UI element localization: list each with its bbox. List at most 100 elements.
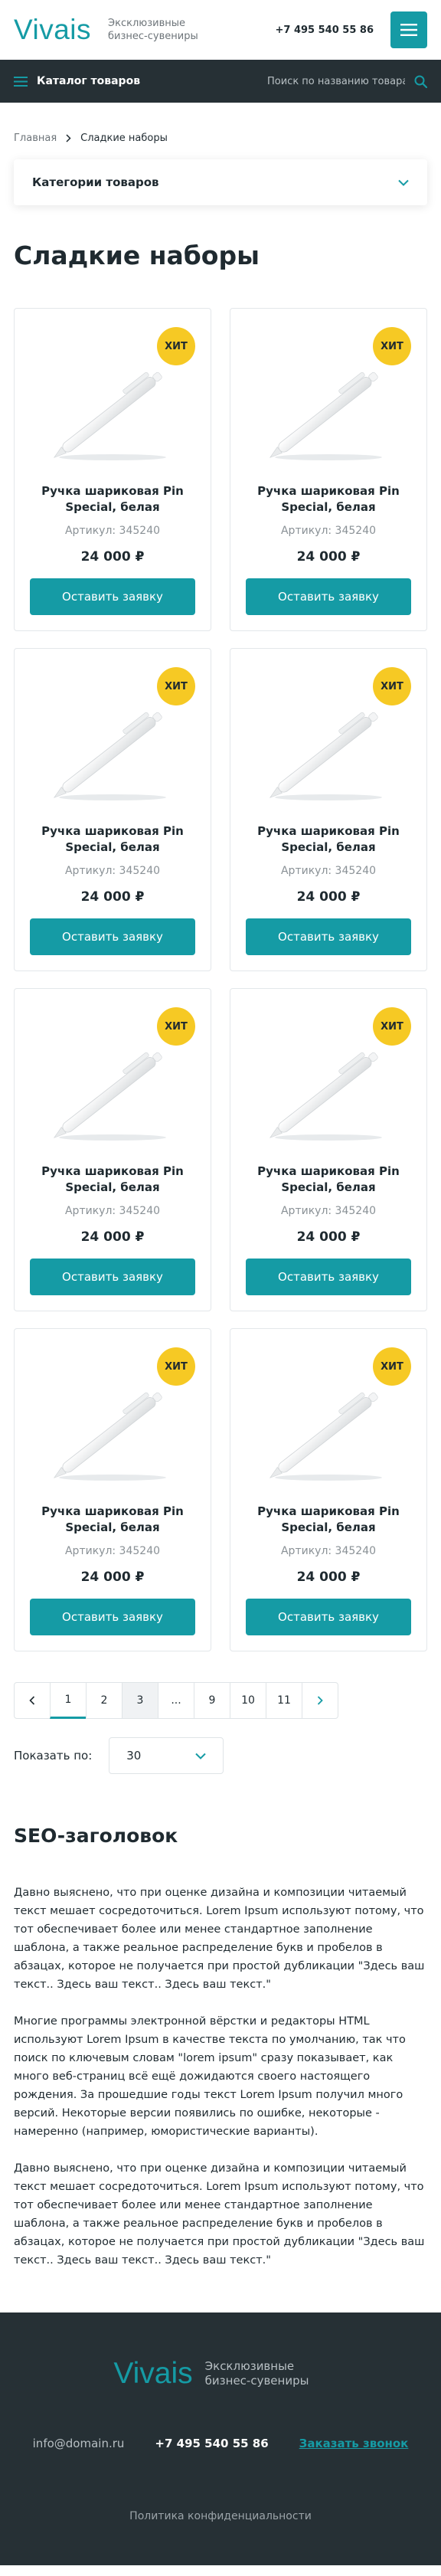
pagination-page[interactable]: 9: [194, 1682, 230, 1719]
product-price: 24 000 ₽: [80, 549, 145, 565]
product-article: Артикул: 345240: [64, 525, 161, 537]
product-card[interactable]: ХИТ Ручка шариковая Pin Special, белая А…: [14, 308, 211, 631]
product-card[interactable]: ХИТ Ручка шариковая Pin Special, белая А…: [230, 308, 427, 631]
order-button[interactable]: Оставить заявку: [30, 1259, 195, 1295]
search-icon[interactable]: [414, 75, 427, 88]
pen-icon: [53, 712, 166, 800]
pagination-prev[interactable]: [14, 1682, 51, 1719]
product-article: Артикул: 345240: [280, 525, 377, 537]
product-grid: ХИТ Ручка шариковая Pin Special, белая А…: [14, 308, 427, 1651]
privacy-policy-link[interactable]: Политика конфиденциальности: [0, 2510, 441, 2522]
footer-phone[interactable]: +7 495 540 55 86: [155, 2437, 268, 2450]
product-card[interactable]: ХИТ Ручка шариковая Pin Special, белая А…: [230, 988, 427, 1311]
pen-icon: [269, 712, 382, 800]
pagination-page[interactable]: 2: [86, 1682, 122, 1719]
product-name[interactable]: Ручка шариковая Pin Special, белая: [246, 1504, 411, 1536]
menu-button[interactable]: [390, 11, 427, 48]
hit-badge: ХИТ: [157, 1347, 195, 1386]
header-tagline: Эксклюзивные бизнес-сувениры: [108, 18, 198, 42]
pagination-ellipsis: ...: [158, 1682, 194, 1719]
product-card[interactable]: ХИТ Ручка шариковая Pin Special, белая А…: [14, 988, 211, 1311]
seo-paragraph: Давно выяснено, что при оценке дизайна и…: [14, 1887, 425, 1991]
product-card[interactable]: ХИТ Ручка шариковая Pin Special, белая А…: [14, 1328, 211, 1651]
hit-badge: ХИТ: [373, 327, 411, 365]
pen-icon: [53, 1052, 166, 1141]
per-page-label: Показать по:: [14, 1749, 93, 1763]
header-phone[interactable]: +7 495 540 55 86: [276, 25, 374, 36]
product-card[interactable]: ХИТ Ручка шариковая Pin Special, белая А…: [14, 648, 211, 971]
product-name[interactable]: Ручка шариковая Pin Special, белая: [246, 823, 411, 856]
product-article: Артикул: 345240: [64, 1205, 161, 1217]
footer-email[interactable]: info@domain.ru: [33, 2437, 125, 2450]
breadcrumb-home[interactable]: Главная: [14, 133, 57, 144]
categories-dropdown[interactable]: Категории товаров: [14, 159, 427, 205]
product-article: Артикул: 345240: [280, 1545, 377, 1557]
catalog-label: Каталог товаров: [37, 75, 141, 87]
page-title: Сладкие наборы: [14, 241, 260, 270]
product-price: 24 000 ₽: [296, 1569, 361, 1585]
hit-badge: ХИТ: [157, 667, 195, 705]
product-name[interactable]: Ручка шариковая Pin Special, белая: [30, 823, 195, 856]
catalog-bar: Каталог товаров: [0, 60, 441, 103]
pen-icon: [53, 372, 166, 460]
order-button[interactable]: Оставить заявку: [246, 918, 411, 955]
chevron-down-icon: [398, 179, 409, 186]
hit-badge: ХИТ: [373, 667, 411, 705]
seo-paragraph: Давно выяснено, что при оценке дизайна и…: [14, 2162, 425, 2267]
product-card[interactable]: ХИТ Ручка шариковая Pin Special, белая А…: [230, 648, 427, 971]
product-card[interactable]: ХИТ Ручка шариковая Pin Special, белая А…: [230, 1328, 427, 1651]
product-price: 24 000 ₽: [80, 1229, 145, 1245]
chevron-right-icon: [317, 1696, 323, 1705]
pagination-page[interactable]: 11: [266, 1682, 302, 1719]
pagination-page[interactable]: 3: [122, 1682, 158, 1719]
product-price: 24 000 ₽: [296, 549, 361, 565]
hit-badge: ХИТ: [373, 1347, 411, 1386]
per-page-value: 30: [126, 1749, 142, 1763]
pagination-page[interactable]: 10: [230, 1682, 266, 1719]
hit-badge: ХИТ: [373, 1007, 411, 1046]
seo-text: Давно выяснено, что при оценке дизайна и…: [0, 1847, 441, 2270]
product-name[interactable]: Ручка шариковая Pin Special, белая: [30, 1504, 195, 1536]
logo[interactable]: Vivais: [14, 14, 91, 46]
product-price: 24 000 ₽: [296, 889, 361, 905]
site-header: Vivais Эксклюзивные бизнес-сувениры +7 4…: [0, 0, 441, 60]
per-page: Показать по: 30: [14, 1737, 427, 1774]
product-article: Артикул: 345240: [64, 865, 161, 877]
pagination-page[interactable]: 1: [50, 1682, 87, 1719]
order-button[interactable]: Оставить заявку: [246, 1259, 411, 1295]
hamburger-icon: [14, 76, 28, 87]
pen-icon: [269, 1392, 382, 1481]
pen-icon: [269, 1052, 382, 1141]
hit-badge: ХИТ: [157, 327, 195, 365]
product-name[interactable]: Ручка шариковая Pin Special, белая: [30, 1164, 195, 1196]
categories-label: Категории товаров: [32, 175, 159, 189]
chevron-down-icon: [195, 1753, 206, 1759]
chevron-right-icon: [66, 133, 71, 142]
product-price: 24 000 ₽: [296, 1229, 361, 1245]
chevron-left-icon: [29, 1696, 35, 1705]
pagination-next[interactable]: [302, 1682, 338, 1719]
order-button[interactable]: Оставить заявку: [30, 1599, 195, 1635]
breadcrumb: Главная Сладкие наборы: [0, 103, 441, 146]
pen-icon: [269, 372, 382, 460]
product-article: Артикул: 345240: [280, 1205, 377, 1217]
product-name[interactable]: Ручка шариковая Pin Special, белая: [246, 1164, 411, 1196]
footer-logo[interactable]: Vivais: [113, 2357, 192, 2391]
seo-paragraph: Многие программы электронной вёрстки и р…: [14, 2015, 406, 2138]
order-button[interactable]: Оставить заявку: [246, 1599, 411, 1635]
order-button[interactable]: Оставить заявку: [30, 918, 195, 955]
product-name[interactable]: Ручка шариковая Pin Special, белая: [246, 483, 411, 516]
per-page-select[interactable]: 30: [109, 1737, 224, 1774]
product-article: Артикул: 345240: [280, 865, 377, 877]
footer-brand: Vivais Эксклюзивные бизнес-сувениры: [0, 2357, 441, 2391]
callback-link[interactable]: Заказать звонок: [299, 2437, 409, 2450]
search-input[interactable]: [267, 75, 405, 87]
search: [267, 75, 427, 88]
order-button[interactable]: Оставить заявку: [30, 578, 195, 615]
order-button[interactable]: Оставить заявку: [246, 578, 411, 615]
product-name[interactable]: Ручка шариковая Pin Special, белая: [30, 483, 195, 516]
pen-icon: [53, 1392, 166, 1481]
hit-badge: ХИТ: [157, 1007, 195, 1046]
catalog-button[interactable]: Каталог товаров: [14, 75, 140, 87]
product-price: 24 000 ₽: [80, 1569, 145, 1585]
